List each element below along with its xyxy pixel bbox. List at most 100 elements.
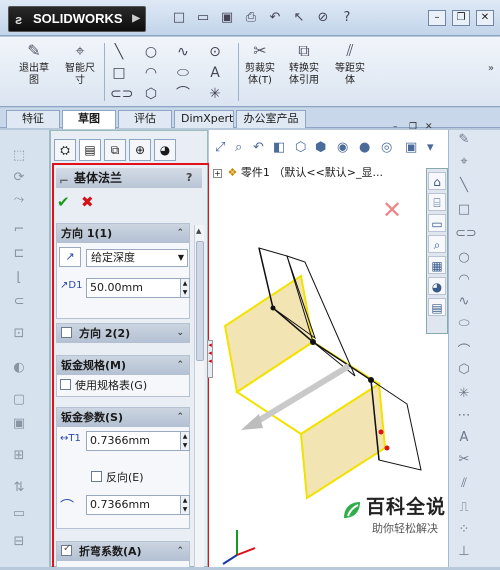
- exit-sketch-button[interactable]: ✎ 退出草 图: [14, 41, 54, 87]
- file-explorer-icon[interactable]: ▭: [428, 214, 446, 232]
- bend-radius-input[interactable]: 0.7366mm ▲ ▼: [86, 495, 190, 515]
- mirror-icon[interactable]: ⎍: [455, 500, 473, 518]
- scene-icon[interactable]: ◎: [381, 140, 392, 155]
- rip-icon[interactable]: ⊟: [10, 534, 28, 552]
- close-icon[interactable]: ✕: [476, 10, 494, 26]
- cancel-confirm-icon[interactable]: ✕: [382, 196, 402, 224]
- arc-icon[interactable]: ◠: [455, 272, 473, 290]
- flatten-icon[interactable]: ▭: [10, 506, 28, 524]
- slot-icon[interactable]: ⊂⊃: [110, 85, 133, 103]
- property-manager-icon[interactable]: ▤: [79, 139, 101, 161]
- offset-entities-button[interactable]: ⫽ 等距实 体: [330, 41, 370, 87]
- cancel-button[interactable]: ✖: [81, 193, 94, 211]
- centerline-icon[interactable]: ⋯: [455, 408, 473, 426]
- pattern-icon[interactable]: ⁘: [455, 522, 473, 540]
- restore-icon[interactable]: ❐: [452, 10, 470, 26]
- previous-view-icon[interactable]: ↶: [253, 140, 264, 155]
- dimxpert-manager-icon[interactable]: ⊕: [129, 139, 151, 161]
- design-library-icon[interactable]: ⌸: [428, 193, 446, 211]
- polygon-icon[interactable]: ⬡: [455, 362, 473, 380]
- unfold-icon[interactable]: ⊞: [10, 448, 28, 466]
- open-folder-icon[interactable]: ▭: [194, 10, 212, 26]
- hide-show-icon[interactable]: ◉: [337, 140, 348, 155]
- direction2-checkbox[interactable]: [61, 327, 72, 338]
- view-settings-icon[interactable]: ▣: [405, 140, 417, 155]
- tab-sketch[interactable]: 草图: [62, 110, 116, 129]
- minimize-icon[interactable]: –: [428, 10, 446, 26]
- tab-office-products[interactable]: 办公室产品: [236, 110, 306, 128]
- toolbar-expand-icon[interactable]: ▾: [427, 140, 434, 155]
- jog-icon[interactable]: ⊡: [10, 326, 28, 344]
- relations-icon[interactable]: ⊥: [455, 544, 473, 562]
- params-header[interactable]: 钣金参数(S) ⌃: [57, 408, 189, 427]
- spin-arrows-icon[interactable]: ▲ ▼: [180, 496, 189, 514]
- depth-input[interactable]: 50.00mm ▲ ▼: [86, 278, 190, 298]
- appearances-icon[interactable]: ◕: [428, 277, 446, 295]
- new-document-icon[interactable]: □: [170, 10, 188, 26]
- sweep-icon[interactable]: ⤳: [10, 192, 28, 210]
- end-condition-select[interactable]: 给定深度 ▼: [86, 249, 188, 267]
- arc-icon[interactable]: ◠: [142, 64, 160, 82]
- spline-icon[interactable]: ∿: [455, 294, 473, 312]
- zoom-area-icon[interactable]: ⌕: [235, 140, 242, 155]
- spin-arrows-icon[interactable]: ▲ ▼: [180, 279, 189, 297]
- gauge-header[interactable]: 钣金规格(M) ⌃: [57, 356, 189, 375]
- save-icon[interactable]: ▣: [218, 10, 236, 26]
- point-icon[interactable]: ✳: [455, 386, 473, 404]
- viewport-minimize-icon[interactable]: –: [393, 122, 398, 132]
- slot-icon[interactable]: ⊂⊃: [455, 226, 477, 244]
- centerline-icon[interactable]: ✳: [206, 85, 224, 103]
- direction2-header[interactable]: 方向 2(2) ⌄: [57, 324, 189, 343]
- line-icon[interactable]: ╲: [110, 43, 128, 61]
- solidworks-logo[interactable]: ƨ SOLIDWORKS ▶: [8, 6, 146, 32]
- spline-icon[interactable]: ∿: [174, 43, 192, 61]
- expand-icon[interactable]: +: [213, 169, 222, 178]
- section-view-icon[interactable]: ◧: [273, 140, 285, 155]
- sketched-bend-icon[interactable]: ◐: [10, 360, 28, 378]
- extrude-icon[interactable]: ⬚: [10, 148, 28, 166]
- welded-corner-icon[interactable]: ▣: [10, 416, 28, 434]
- zoom-to-fit-icon[interactable]: ⤢: [215, 140, 225, 155]
- spin-arrows-icon[interactable]: ▲ ▼: [180, 432, 189, 450]
- text-icon[interactable]: A: [455, 430, 473, 448]
- convert-entities-button[interactable]: ⧉ 转换实 体引用: [284, 41, 324, 87]
- tab-dimxpert[interactable]: DimXpert: [174, 110, 234, 128]
- trim-icon[interactable]: ✂: [455, 452, 473, 470]
- ok-button[interactable]: ✔: [57, 193, 70, 211]
- hem-icon[interactable]: ⊂: [10, 294, 28, 312]
- custom-properties-icon[interactable]: ▤: [428, 298, 446, 316]
- base-flange-icon[interactable]: ⌐: [10, 222, 28, 240]
- ellipse-icon[interactable]: ⬭: [174, 64, 192, 82]
- fillet-icon[interactable]: ⌒: [174, 85, 192, 103]
- display-style-icon[interactable]: ⬢: [315, 140, 326, 155]
- feature-tree-flyout[interactable]: + ❖ 零件1 （默认<<默认>_显...: [213, 164, 383, 180]
- closed-corner-icon[interactable]: ▢: [10, 392, 28, 410]
- edge-flange-icon[interactable]: ⊏: [10, 246, 28, 264]
- configuration-manager-icon[interactable]: ⧉: [104, 139, 126, 161]
- rectangle-icon[interactable]: □: [455, 202, 473, 220]
- select-cursor-icon[interactable]: ↖: [290, 10, 308, 26]
- viewport-close-icon[interactable]: ✕: [425, 122, 433, 132]
- direction1-header[interactable]: 方向 1(1) ⌃: [57, 224, 189, 243]
- rebuild-icon[interactable]: ⊘: [314, 10, 332, 26]
- tab-features[interactable]: 特征: [6, 110, 60, 128]
- use-gauge-table-checkbox[interactable]: [60, 379, 71, 390]
- bend-allowance-header[interactable]: 折弯系数(A) ⌃: [57, 542, 189, 561]
- feature-manager-icon[interactable]: ⛭: [54, 139, 76, 161]
- scrollbar-thumb[interactable]: [196, 241, 204, 361]
- circle-icon[interactable]: ○: [142, 43, 160, 61]
- offset-icon[interactable]: ⫽: [455, 476, 473, 494]
- property-manager-scrollbar[interactable]: ▲: [194, 225, 204, 567]
- search-icon[interactable]: ⌕: [428, 235, 446, 253]
- reverse-checkbox[interactable]: [91, 471, 102, 482]
- text-icon[interactable]: A: [206, 64, 224, 82]
- help-icon[interactable]: ?: [338, 10, 356, 26]
- bend-allowance-checkbox[interactable]: [61, 543, 72, 556]
- trim-entities-button[interactable]: ✂ 剪裁实 体(T): [240, 41, 280, 87]
- thickness-input[interactable]: 0.7366mm ▲ ▼: [86, 431, 190, 451]
- revolve-icon[interactable]: ⟳: [10, 170, 28, 188]
- fold-icon[interactable]: ⇅: [10, 480, 28, 498]
- ellipse-icon[interactable]: ⬭: [455, 316, 473, 334]
- view-orientation-icon[interactable]: ⬡: [295, 140, 306, 155]
- view-palette-icon[interactable]: ▦: [428, 256, 446, 274]
